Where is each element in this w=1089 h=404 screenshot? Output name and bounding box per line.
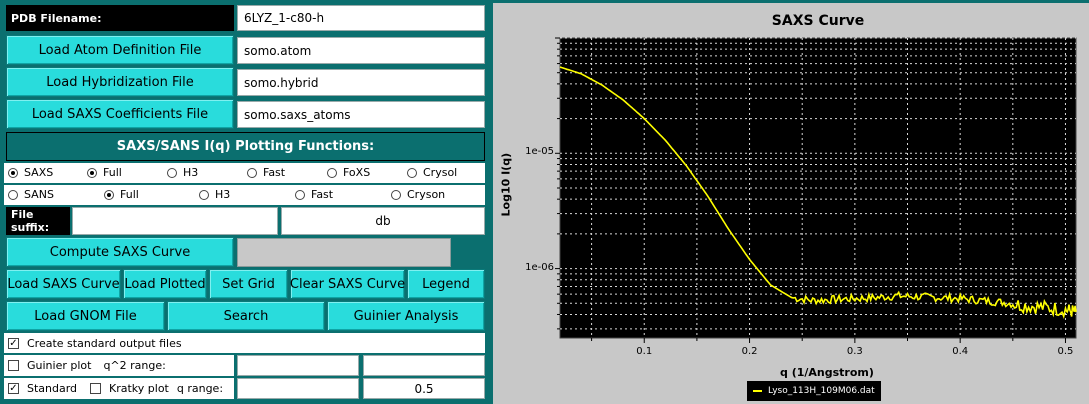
radio-dot-icon	[104, 189, 114, 200]
load-atom-definition-button[interactable]: Load Atom Definition File	[6, 35, 234, 65]
radio-dot-icon	[407, 167, 417, 178]
radio-saxs-full[interactable]: Full	[87, 166, 122, 179]
file-suffix-label: File suffix:	[6, 207, 70, 235]
radio-sans-label: SANS	[24, 188, 54, 201]
x-tick-label: 0.5	[1057, 346, 1074, 357]
saxs-coefficients-field[interactable]: somo.saxs_atoms	[237, 101, 485, 128]
radio-h3-label: H3	[215, 188, 231, 201]
atom-definition-field[interactable]: somo.atom	[237, 37, 485, 64]
kratky-plot-checkbox[interactable]: Kratky plot q range:	[90, 382, 223, 395]
radio-dot-icon	[327, 167, 337, 178]
x-tick-label: 0.1	[636, 346, 653, 357]
load-hybridization-button[interactable]: Load Hybridization File	[6, 67, 234, 97]
guinier-plot-label: Guinier plot	[27, 359, 92, 372]
y-axis-label: Log10 I(q)	[499, 152, 513, 217]
checkbox-icon	[90, 383, 101, 394]
x-tick-label: 0.3	[846, 346, 863, 357]
kratky-plot-label: Kratky plot	[109, 382, 169, 395]
kratky-range-label: q range:	[176, 382, 224, 395]
compute-progress-bar	[237, 238, 451, 267]
radio-dot-icon	[295, 189, 305, 200]
compute-saxs-button[interactable]: Compute SAXS Curve	[6, 237, 234, 267]
radio-saxs-crysol[interactable]: Crysol	[407, 166, 457, 179]
radio-saxs-label: SAXS	[24, 166, 54, 179]
radio-dot-icon	[8, 189, 18, 200]
radio-fast-label: Fast	[311, 188, 334, 201]
x-tick-label: 0.2	[741, 346, 758, 357]
radio-crysol-label: Crysol	[423, 166, 458, 179]
guinier-analysis-button[interactable]: Guinier Analysis	[327, 301, 485, 331]
radio-saxs-fast[interactable]: Fast	[247, 166, 285, 179]
kratky-range-to-field[interactable]: 0.5	[363, 378, 485, 399]
file-suffix-db-field[interactable]: db	[281, 207, 485, 235]
checkbox-checked-icon: ✓	[8, 383, 19, 394]
radio-dot-icon	[247, 167, 257, 178]
radio-sans-full[interactable]: Full	[104, 188, 139, 201]
legend-series-name: Lyso_113H_109M06.dat	[768, 386, 875, 396]
x-axis-label: q (1/Angstrom)	[780, 366, 874, 379]
guinier-range-to-field[interactable]	[363, 355, 485, 376]
radio-sans-cryson[interactable]: Cryson	[391, 188, 445, 201]
radio-foxs-label: FoXS	[343, 166, 371, 179]
radio-dot-icon	[391, 189, 401, 200]
pdb-filename-field[interactable]: 6LYZ_1-c80-h	[237, 5, 485, 31]
radio-h3-label: H3	[183, 166, 199, 179]
radio-saxs-h3[interactable]: H3	[167, 166, 198, 179]
radio-fast-label: Fast	[263, 166, 286, 179]
x-tick-label: 0.4	[952, 346, 969, 357]
standard-label: Standard	[27, 382, 78, 395]
create-output-label: Create standard output files	[27, 337, 182, 350]
y-tick-label: 1e-06	[525, 261, 554, 273]
load-saxs-curve-button[interactable]: Load SAXS Curve	[6, 269, 121, 299]
create-output-checkbox[interactable]: ✓ Create standard output files	[8, 337, 182, 350]
chart-title: SAXS Curve	[771, 13, 865, 29]
checkbox-checked-icon: ✓	[8, 338, 19, 349]
radio-sans-fast[interactable]: Fast	[295, 188, 333, 201]
radio-full-label: Full	[120, 188, 139, 201]
kratky-range-from-field[interactable]	[237, 378, 359, 399]
radio-full-label: Full	[103, 166, 122, 179]
set-grid-button[interactable]: Set Grid	[209, 269, 288, 299]
load-saxs-coefficients-button[interactable]: Load SAXS Coefficients File	[6, 99, 234, 129]
chart-legend: Lyso_113H_109M06.dat	[747, 381, 881, 401]
y-tick-label: 1e-05	[525, 146, 554, 158]
radio-dot-icon	[199, 189, 209, 200]
legend-button[interactable]: Legend	[407, 269, 485, 299]
guinier-plot-checkbox[interactable]: Guinier plot q^2 range:	[8, 359, 166, 372]
load-gnom-file-button[interactable]: Load GNOM File	[6, 301, 165, 331]
radio-saxs-foxs[interactable]: FoXS	[327, 166, 370, 179]
guinier-range-label: q^2 range:	[103, 359, 166, 372]
radio-cryson-label: Cryson	[407, 188, 446, 201]
radio-dot-icon	[167, 167, 177, 178]
plot-area	[559, 37, 1077, 339]
pdb-filename-label: PDB Filename:	[6, 5, 234, 31]
search-button[interactable]: Search	[167, 301, 325, 331]
saxs-plot[interactable]	[540, 30, 1085, 350]
hybridization-field[interactable]: somo.hybrid	[237, 69, 485, 96]
file-suffix-field[interactable]	[72, 207, 278, 235]
radio-dot-icon	[8, 167, 18, 178]
checkbox-icon	[8, 360, 19, 371]
radio-sans-h3[interactable]: H3	[199, 188, 230, 201]
plotting-functions-header: SAXS/SANS I(q) Plotting Functions:	[6, 132, 485, 161]
load-plotted-button[interactable]: Load Plotted	[123, 269, 207, 299]
clear-saxs-curve-button[interactable]: Clear SAXS Curve	[290, 269, 405, 299]
radio-sans[interactable]: SANS	[8, 188, 54, 201]
legend-swatch-icon	[753, 390, 762, 392]
standard-checkbox[interactable]: ✓ Standard	[8, 382, 77, 395]
radio-saxs[interactable]: SAXS	[8, 166, 53, 179]
radio-dot-icon	[87, 167, 97, 178]
guinier-range-from-field[interactable]	[237, 355, 359, 376]
